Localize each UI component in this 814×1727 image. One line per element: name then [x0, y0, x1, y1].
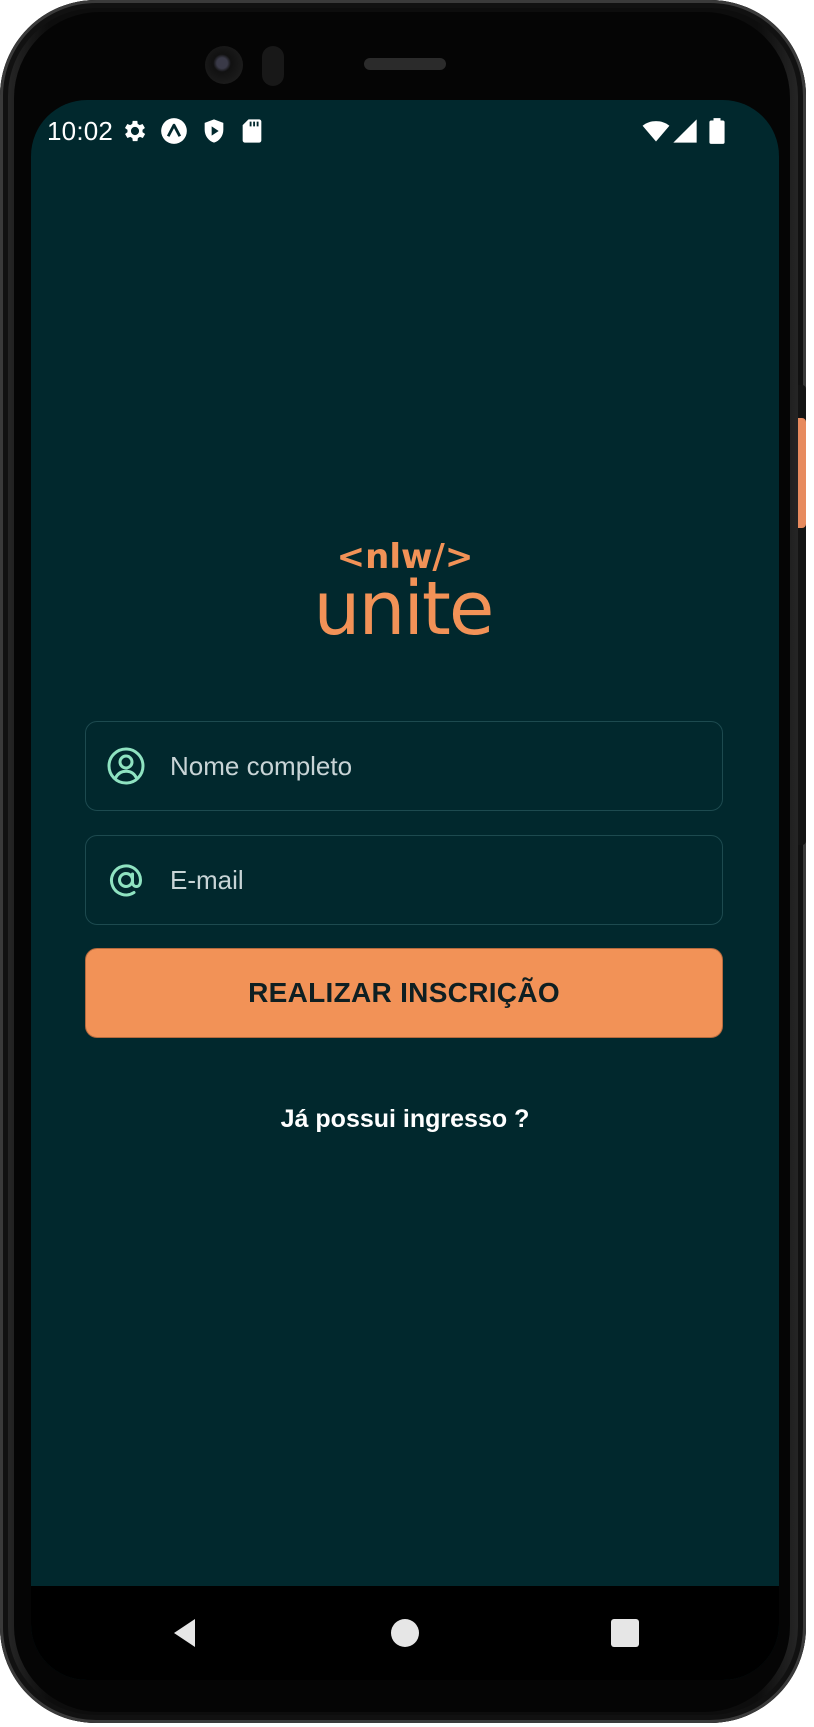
battery-icon: [703, 117, 731, 145]
user-circle-icon: [106, 746, 146, 786]
expo-icon: [160, 117, 188, 145]
register-button[interactable]: REALIZAR INSCRIÇÃO: [85, 948, 723, 1038]
nlw-unite-logo: <nlw/> unite: [308, 532, 498, 640]
phone-frame: 10:02 <nlw/> unite Nome completo E-mail …: [0, 0, 806, 1723]
logo-main-text: unite: [314, 566, 493, 640]
register-button-label: REALIZAR INSCRIÇÃO: [248, 977, 560, 1008]
name-input[interactable]: [168, 749, 704, 783]
earpiece: [364, 58, 446, 70]
status-bar: 10:02: [31, 100, 779, 160]
already-have-ticket-link[interactable]: Já possui ingresso ?: [31, 1105, 779, 1134]
email-field[interactable]: [85, 835, 723, 925]
recents-icon[interactable]: [602, 1610, 648, 1656]
gear-icon: [121, 117, 149, 145]
name-field[interactable]: [85, 721, 723, 811]
front-camera: [205, 46, 243, 84]
status-time: 10:02: [47, 116, 114, 146]
wifi-icon: [642, 117, 670, 145]
app-screen: 10:02 <nlw/> unite Nome completo E-mail …: [31, 100, 779, 1680]
at-sign-icon: [106, 860, 146, 900]
cellular-signal-icon: [671, 117, 699, 145]
play-shield-icon: [200, 117, 228, 145]
back-icon[interactable]: [163, 1610, 209, 1656]
home-icon[interactable]: [382, 1610, 428, 1656]
proximity-sensor: [262, 46, 284, 86]
android-nav-bar: [31, 1586, 779, 1680]
sd-card-icon: [238, 117, 266, 145]
email-input[interactable]: [168, 863, 704, 897]
power-button: [798, 418, 806, 528]
